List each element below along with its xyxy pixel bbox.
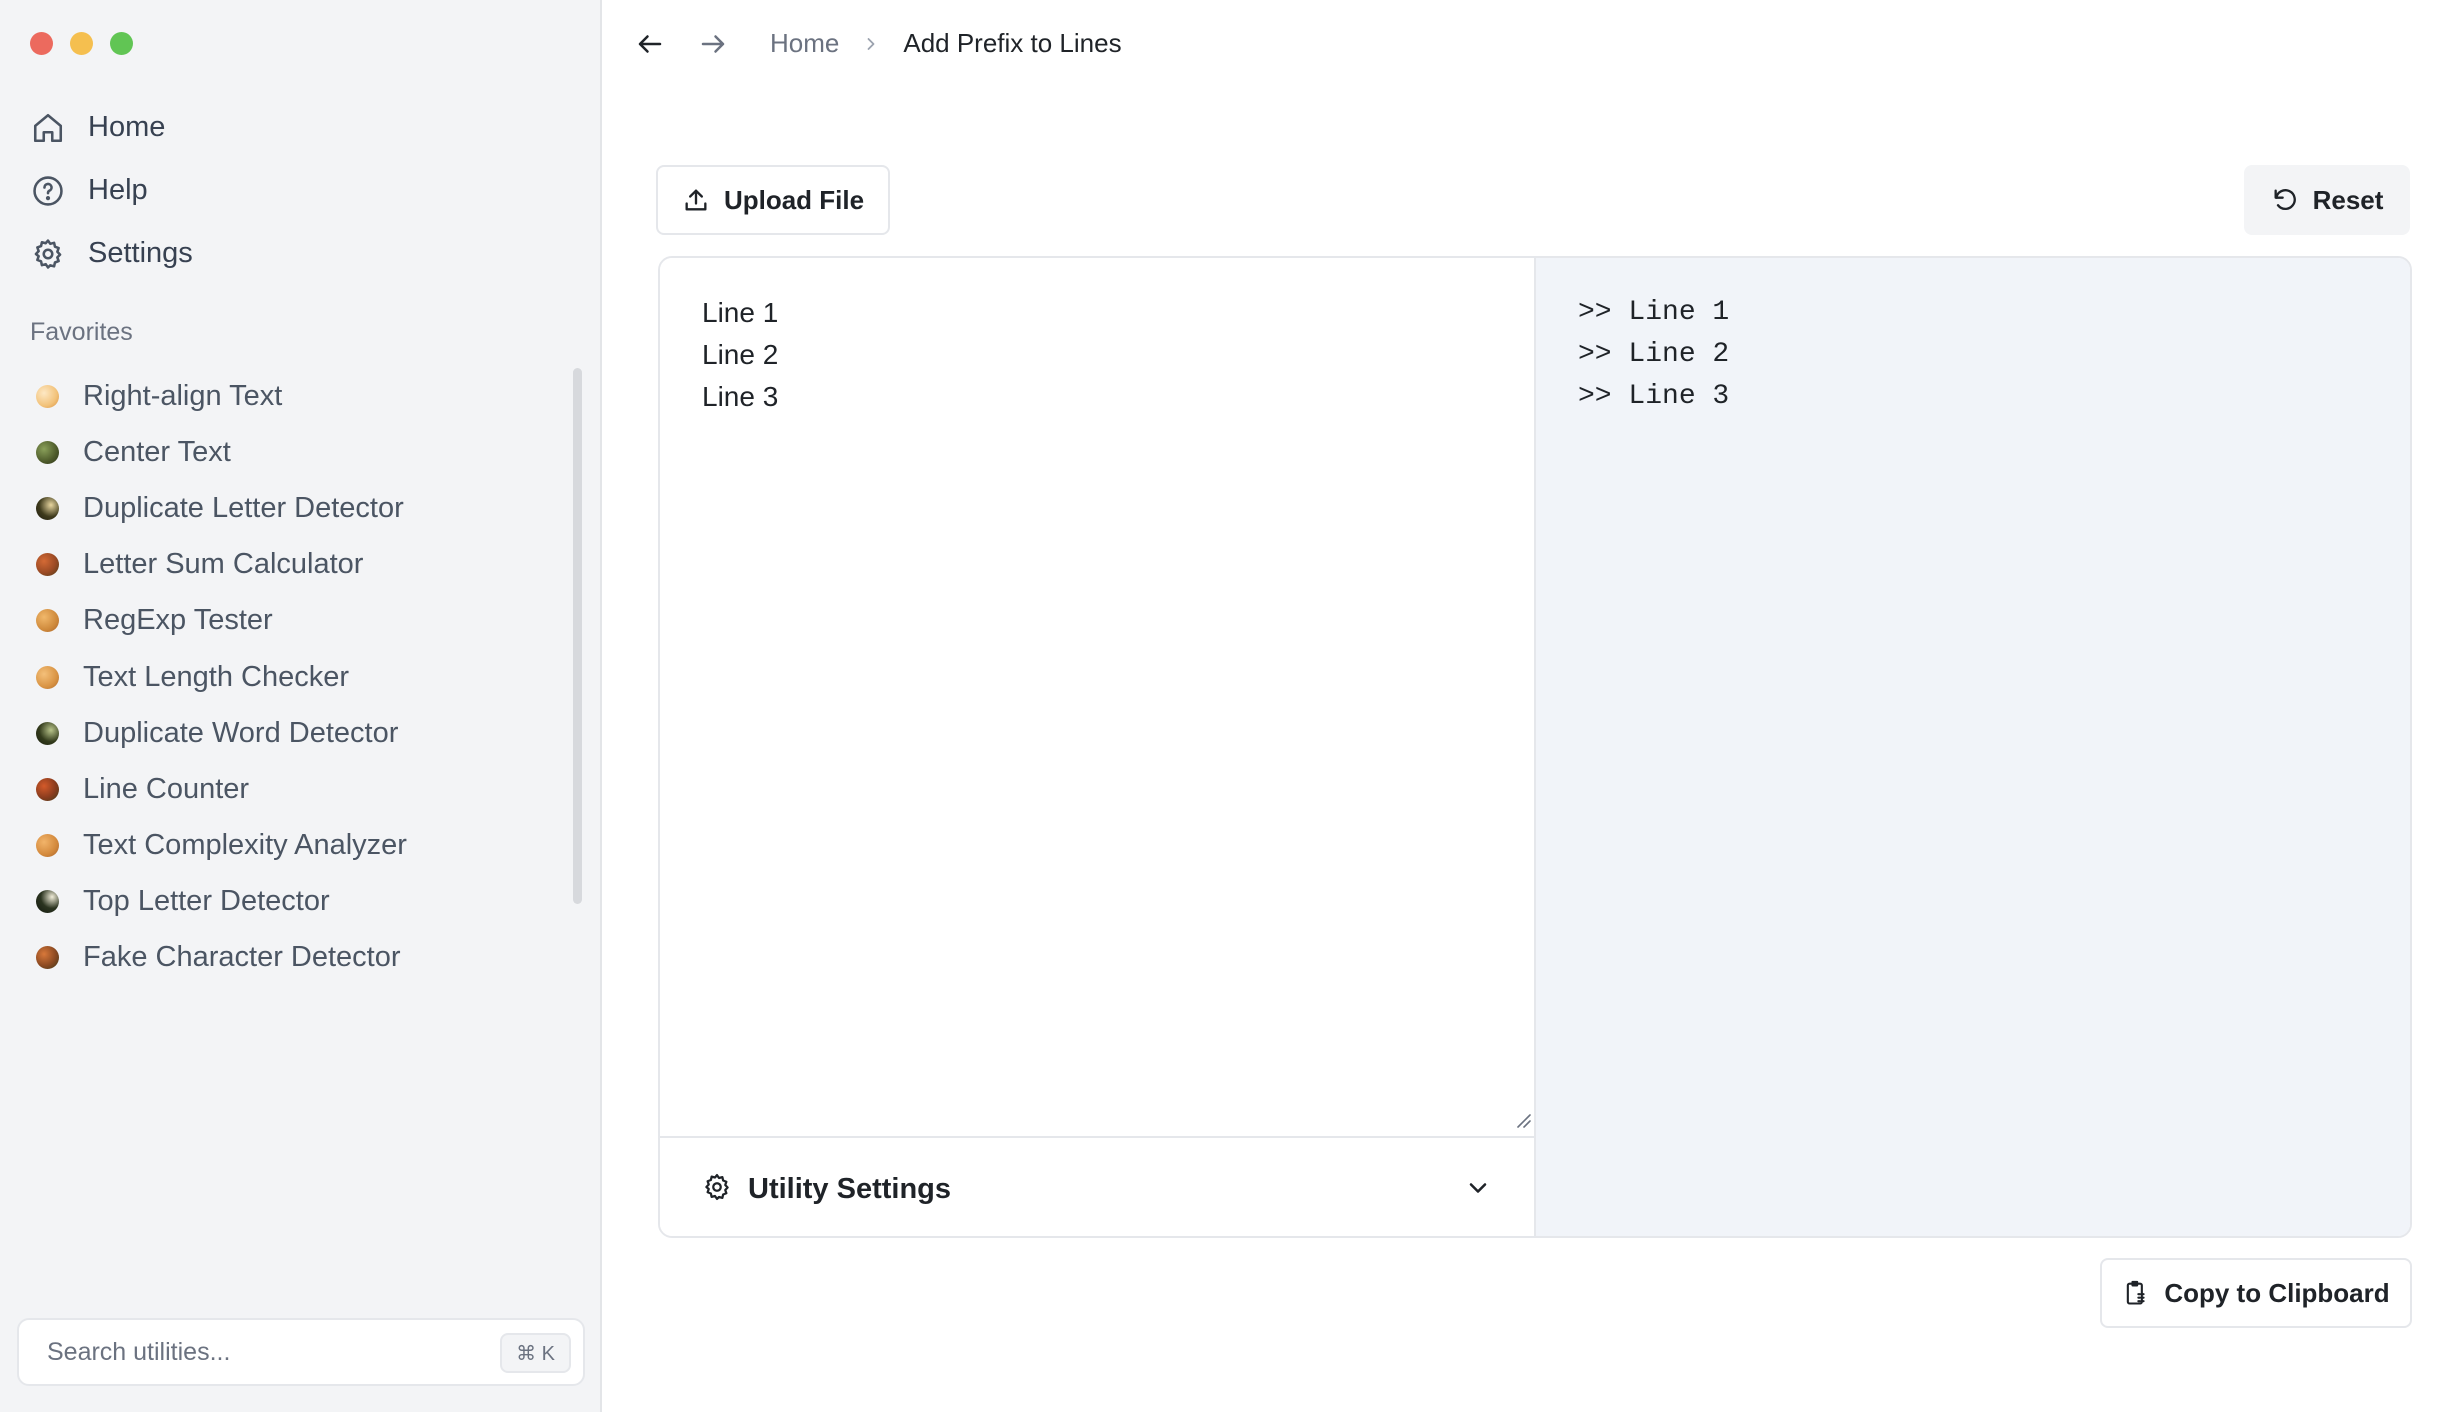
breadcrumb-home-link[interactable]: Home [770,28,839,59]
upload-file-label: Upload File [723,184,865,215]
favorite-item[interactable]: Duplicate Letter Detector [36,480,407,536]
close-window-button[interactable] [30,32,53,55]
copy-to-clipboard-button[interactable]: Copy to Clipboard [2100,1258,2412,1328]
output-pane: >> Line 1 >> Line 2 >> Line 3 [1536,258,2410,1236]
favorite-item[interactable]: Text Complexity Analyzer [36,818,407,874]
favorite-item[interactable]: Text Length Checker [36,649,407,705]
favorites-list: Right-align Text Center Text Duplicate L… [36,368,407,986]
input-pane[interactable]: Line 1 Line 2 Line 3 [660,258,1536,1136]
sidebar-scrollbar[interactable] [573,368,582,904]
favorite-item-label: Right-align Text [83,379,283,412]
tool-avatar-icon [36,384,59,408]
shortcut-badge: ⌘ K [500,1333,571,1373]
window-controls [30,32,133,55]
arrow-left-icon [638,35,662,53]
tool-avatar-icon [36,609,59,633]
resize-handle-icon[interactable] [1512,1109,1532,1134]
tool-avatar-icon [36,440,59,464]
sidebar-item-label: Settings [88,237,193,269]
favorite-item[interactable]: Center Text [36,424,407,480]
sidebar-item-label: Home [88,111,166,143]
tool-avatar-icon [36,665,59,689]
sidebar-item-home[interactable]: Home [30,96,193,159]
gear-icon [30,236,66,272]
sidebar: Home Help Settings Favorites Right-align… [0,0,602,1412]
tool-avatar-icon [36,890,59,914]
tool-avatar-icon [36,496,59,520]
favorite-item-label: Fake Character Detector [83,941,401,974]
sidebar-item-help[interactable]: Help [30,159,193,222]
back-button[interactable] [632,26,668,62]
copy-label: Copy to Clipboard [2164,1277,2390,1308]
favorite-item[interactable]: RegExp Tester [36,593,407,649]
input-textarea[interactable]: Line 1 Line 2 Line 3 [702,292,778,418]
forward-button[interactable] [695,26,731,62]
favorite-item-label: Top Letter Detector [83,885,330,918]
tool-avatar-icon [36,553,59,577]
utility-settings-toggle[interactable]: Utility Settings [660,1136,1536,1236]
clipboard-icon [2122,1279,2150,1307]
favorite-item[interactable]: Right-align Text [36,368,407,424]
home-icon [30,110,66,146]
help-icon [30,173,66,209]
favorites-heading: Favorites [30,318,133,346]
upload-icon [682,186,710,214]
chevron-down-icon [1464,1174,1492,1207]
minimize-window-button[interactable] [70,32,93,55]
editor-panel: Line 1 Line 2 Line 3 Utility Settings >>… [658,256,2412,1238]
breadcrumb: Home Add Prefix to Lines [770,28,1122,59]
upload-file-button[interactable]: Upload File [656,165,890,235]
reset-label: Reset [2312,184,2384,215]
favorite-item-label: Line Counter [83,772,250,805]
favorite-item-label: Center Text [83,435,231,468]
favorite-item[interactable]: Fake Character Detector [36,930,407,986]
sidebar-item-settings[interactable]: Settings [30,222,193,285]
reset-button[interactable]: Reset [2244,165,2410,235]
gear-icon [702,1172,732,1207]
chevron-right-icon [861,34,881,54]
favorite-item[interactable]: Line Counter [36,761,407,817]
favorite-item-label: Text Length Checker [83,660,349,693]
tool-avatar-icon [36,946,59,970]
favorite-item[interactable]: Letter Sum Calculator [36,537,407,593]
undo-icon [2271,186,2299,214]
tool-avatar-icon [36,777,59,801]
utility-settings-label: Utility Settings [748,1172,952,1205]
favorite-item-label: RegExp Tester [83,604,273,637]
search-box: ⌘ K [17,1318,585,1386]
search-input[interactable] [47,1337,467,1367]
favorite-item[interactable]: Top Letter Detector [36,874,407,930]
favorite-item-label: Text Complexity Analyzer [83,829,407,862]
favorite-item-label: Duplicate Word Detector [83,716,399,749]
arrow-right-icon [701,35,725,53]
sidebar-nav: Home Help Settings [30,96,193,285]
favorite-item-label: Letter Sum Calculator [83,548,364,581]
sidebar-item-label: Help [88,174,148,206]
tool-avatar-icon [36,721,59,745]
tool-avatar-icon [36,834,59,858]
maximize-window-button[interactable] [110,32,133,55]
top-bar: Home Add Prefix to Lines [602,0,2462,90]
favorite-item-label: Duplicate Letter Detector [83,491,404,524]
breadcrumb-current: Add Prefix to Lines [903,28,1122,58]
app-window: Home Help Settings Favorites Right-align… [0,0,2462,1412]
favorite-item[interactable]: Duplicate Word Detector [36,705,407,761]
output-text: >> Line 1 >> Line 2 >> Line 3 [1578,297,1730,412]
